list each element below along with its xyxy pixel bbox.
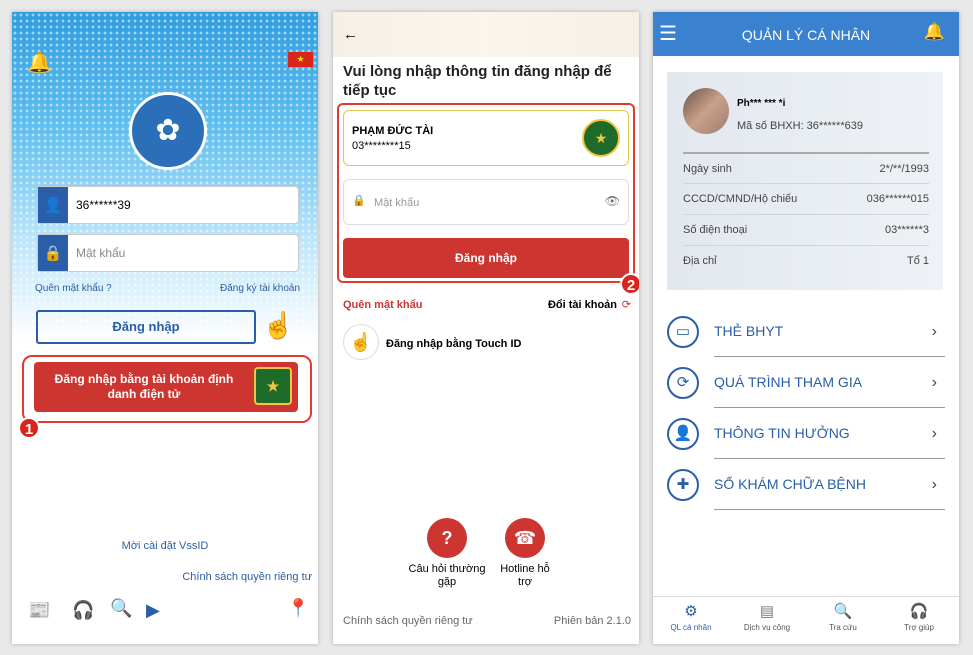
forgot-password-link[interactable]: Quên mật khẩu: [343, 299, 422, 311]
location-icon[interactable]: 📍: [287, 598, 309, 619]
user-gear-icon: ⚙: [684, 603, 698, 620]
tab-label: QL cá nhân: [670, 623, 712, 632]
eid-login-label: Đăng nhập bằng tài khoản định danh điện …: [54, 372, 234, 401]
card-icon: ▭: [667, 315, 699, 348]
password-placeholder: Mật khẩu: [374, 197, 420, 209]
police-emblem-icon: ★: [254, 367, 292, 405]
row-label: Số điện thoại: [683, 224, 748, 236]
install-link[interactable]: Mời cài đặt VssID: [12, 540, 318, 552]
lock-icon: 🔒: [38, 235, 68, 271]
avatar: [683, 88, 729, 134]
row-label: Địa chỉ: [683, 255, 717, 267]
menu-label: THÔNG TIN HƯỞNG: [714, 408, 945, 459]
app-header: ☰ QUẢN LÝ CÁ NHÂN 🔔: [653, 12, 959, 56]
privacy-link[interactable]: Chính sách quyền riêng tư: [182, 571, 312, 583]
search-globe-icon[interactable]: 🔍: [110, 598, 132, 619]
row-label: Ngày sinh: [683, 163, 732, 175]
row-value: Tổ 1: [906, 255, 929, 267]
hotline-icon[interactable]: ☎: [505, 518, 545, 558]
page-title: Vui lòng nhập thông tin đăng nhập để tiế…: [343, 63, 612, 99]
login-button[interactable]: Đăng nhập: [36, 310, 256, 344]
chevron-right-icon: ›: [931, 373, 937, 391]
step-badge: 1: [18, 417, 40, 439]
header-pattern: [333, 12, 639, 57]
row-value: 2*/**/1993: [879, 163, 929, 175]
document-icon: ▤: [759, 603, 775, 620]
refresh-icon[interactable]: ⟳: [622, 298, 631, 311]
refresh-icon: ⟳: [667, 366, 699, 399]
question-icon[interactable]: ?: [427, 518, 467, 558]
row-label: CCCD/CMND/Hộ chiếu: [683, 193, 798, 205]
search-icon: 🔍: [833, 603, 853, 620]
eid-login-button[interactable]: Đăng nhập bằng tài khoản định danh điện …: [34, 362, 298, 412]
tab-help[interactable]: 🎧 Trợ giúp: [881, 602, 957, 632]
lock-icon: 🔒: [352, 195, 366, 207]
menu-label: THẺ BHYT: [714, 306, 945, 357]
divider: [653, 596, 959, 597]
menu-item-history[interactable]: ⟳ QUÁ TRÌNH THAM GIA ›: [667, 357, 945, 408]
username-field[interactable]: 👤 36******39: [37, 186, 299, 224]
tab-public-services[interactable]: ▤ Dịch vụ công: [729, 602, 805, 632]
chevron-right-icon: ›: [931, 475, 937, 493]
user-clock-icon: 👤: [667, 417, 699, 450]
tab-personal[interactable]: ⚙ QL cá nhân: [653, 602, 729, 632]
user-name: Ph*** *** *i: [737, 98, 786, 109]
forgot-password-link[interactable]: Quên mật khẩu ?: [35, 283, 112, 294]
plus-icon: ✚: [667, 468, 699, 501]
register-link[interactable]: Đăng ký tài khoản: [220, 283, 300, 294]
chevron-right-icon: ›: [931, 424, 937, 442]
switch-account-link[interactable]: Đổi tài khoản: [548, 299, 617, 311]
vietnam-flag-icon[interactable]: ★: [288, 52, 313, 67]
password-placeholder: Mật khẩu: [76, 246, 126, 260]
tab-lookup[interactable]: 🔍 Tra cứu: [805, 602, 881, 632]
menu-item-benefits[interactable]: 👤 THÔNG TIN HƯỞNG ›: [667, 408, 945, 459]
menu-label: QUÁ TRÌNH THAM GIA: [714, 357, 945, 408]
account-phone: 03********15: [352, 140, 411, 152]
tab-label: Tra cứu: [829, 623, 857, 632]
news-icon[interactable]: 📰: [28, 600, 50, 621]
info-row: Số điện thoại 03******3: [683, 214, 929, 245]
touch-id-login[interactable]: Đăng nhập bằng Touch ID: [386, 338, 521, 350]
chevron-right-icon: ›: [931, 322, 937, 340]
username-value: 36******39: [76, 198, 131, 212]
headset-icon: 🎧: [909, 603, 929, 620]
info-row: CCCD/CMND/Hộ chiếu 036******015: [683, 183, 929, 214]
video-icon[interactable]: ▶: [146, 600, 160, 621]
eye-off-icon[interactable]: 👁: [605, 194, 620, 208]
menu-label: SỔ KHÁM CHỮA BỆNH: [714, 459, 945, 510]
bell-icon[interactable]: 🔔: [27, 50, 52, 75]
account-name: PHẠM ĐỨC TÀI: [352, 125, 434, 137]
row-value: 03******3: [884, 224, 929, 236]
police-emblem-icon: ★: [582, 119, 620, 157]
version-text: Phiên bản 2.1.0: [553, 615, 631, 627]
profile-card: Ph*** *** *i Mã số BHXH: 36******639 Ngà…: [667, 72, 943, 290]
user-icon: 👤: [38, 187, 68, 223]
bell-icon[interactable]: 🔔: [924, 22, 945, 42]
fingerprint-icon[interactable]: ☝: [262, 310, 294, 341]
password-field[interactable]: 🔒 Mật khẩu: [37, 234, 299, 272]
menu-item-bhyt[interactable]: ▭ THẺ BHYT ›: [667, 306, 945, 357]
info-row: Địa chỉ Tổ 1: [683, 245, 929, 276]
info-row: Ngày sinh 2*/**/1993: [683, 152, 929, 183]
eid-login-screen: ← Vui lòng nhập thông tin đăng nhập để t…: [333, 12, 639, 644]
step-badge: 2: [620, 273, 639, 295]
tab-label: Dịch vụ công: [743, 623, 791, 632]
profile-screen: ☰ QUẢN LÝ CÁ NHÂN 🔔 Ph*** *** *i Mã số B…: [653, 12, 959, 644]
fingerprint-icon[interactable]: ☝: [343, 324, 379, 360]
privacy-link[interactable]: Chính sách quyền riêng tư: [343, 615, 473, 627]
login-screen: 🔔 ★ ✿ 👤 36******39 🔒 Mật khẩu Quên mật k…: [12, 12, 318, 644]
menu-item-medical[interactable]: ✚ SỔ KHÁM CHỮA BỆNH ›: [667, 459, 945, 510]
headset-icon[interactable]: 🎧: [72, 600, 94, 621]
account-card[interactable]: PHẠM ĐỨC TÀI 03********15 ★: [343, 110, 629, 166]
tab-label: Trợ giúp: [904, 623, 934, 632]
bhxh-logo: ✿: [129, 92, 207, 170]
row-value: 036******015: [866, 193, 929, 205]
page-title: QUẢN LÝ CÁ NHÂN: [741, 27, 871, 43]
password-field[interactable]: 🔒 Mật khẩu 👁: [343, 179, 629, 225]
login-button[interactable]: Đăng nhập: [343, 238, 629, 278]
faq-button[interactable]: Câu hỏi thường gặp: [407, 563, 487, 589]
hotline-button[interactable]: Hotline hỗ trợ: [495, 563, 555, 589]
back-arrow-icon[interactable]: ←: [343, 26, 358, 43]
bhxh-number: Mã số BHXH: 36******639: [737, 120, 863, 132]
